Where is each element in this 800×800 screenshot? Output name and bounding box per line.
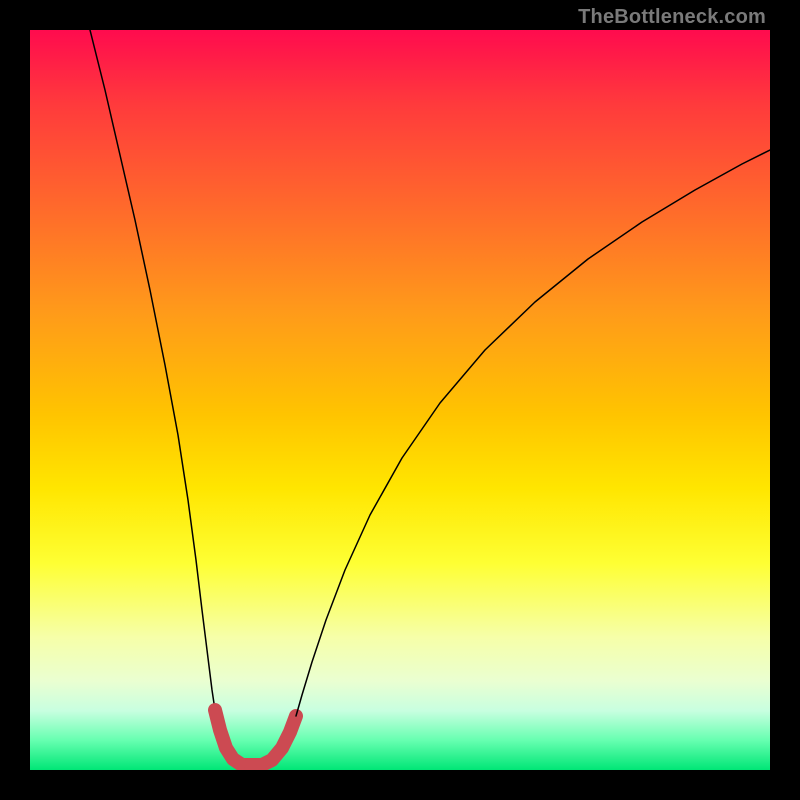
plot-area [30,30,770,770]
series-right-branch-thin [296,150,770,716]
series-left-branch-thin [90,30,215,710]
curve-layer [30,30,770,770]
series-left-branch-thick [215,710,251,765]
chart-frame: TheBottleneck.com [0,0,800,800]
series-right-branch-thick [251,716,296,765]
watermark-text: TheBottleneck.com [578,6,766,29]
